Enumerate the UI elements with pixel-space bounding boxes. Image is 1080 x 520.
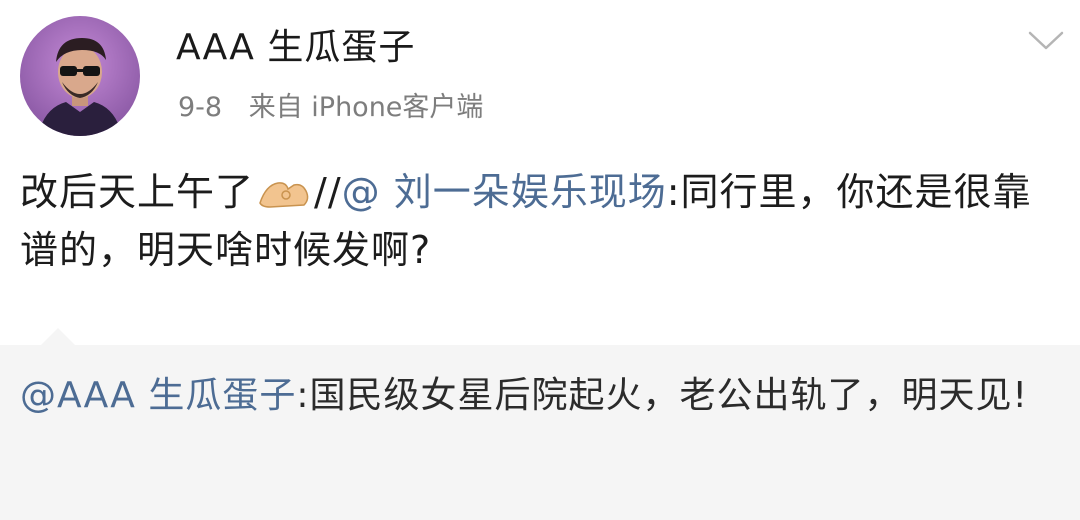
quoted-author-mention[interactable]: @AAA 生瓜蛋子 (20, 375, 296, 416)
quote-pointer (40, 328, 76, 346)
chevron-down-icon[interactable] (1026, 28, 1066, 54)
post-source: 来自 iPhone客户端 (248, 92, 484, 123)
weibo-post: AAA 生瓜蛋子 9-8 来自 iPhone客户端 改后天上午了 //@ 刘一朵… (0, 0, 1080, 330)
quoted-post-text: @AAA 生瓜蛋子:国民级女星后院起火，老公出轨了，明天见! (20, 368, 1060, 424)
quoted-text: :国民级女星后院起火，老公出轨了，明天见! (296, 375, 1028, 416)
post-body: 改后天上午了 //@ 刘一朵娱乐现场:同行里，你还是很靠谱的，明天啥时候发啊? (20, 166, 1060, 276)
ok-hand-emoji-icon (256, 172, 312, 224)
mention-link[interactable]: @ 刘一朵娱乐现场 (342, 170, 667, 214)
post-meta: 9-8 来自 iPhone客户端 (178, 90, 483, 126)
post-date: 9-8 (178, 92, 223, 123)
post-text: 改后天上午了 (20, 170, 255, 214)
avatar-portrait-icon (20, 16, 140, 136)
avatar[interactable] (20, 16, 140, 136)
repost-separator: // (314, 170, 342, 214)
author-name[interactable]: AAA 生瓜蛋子 (176, 26, 415, 70)
